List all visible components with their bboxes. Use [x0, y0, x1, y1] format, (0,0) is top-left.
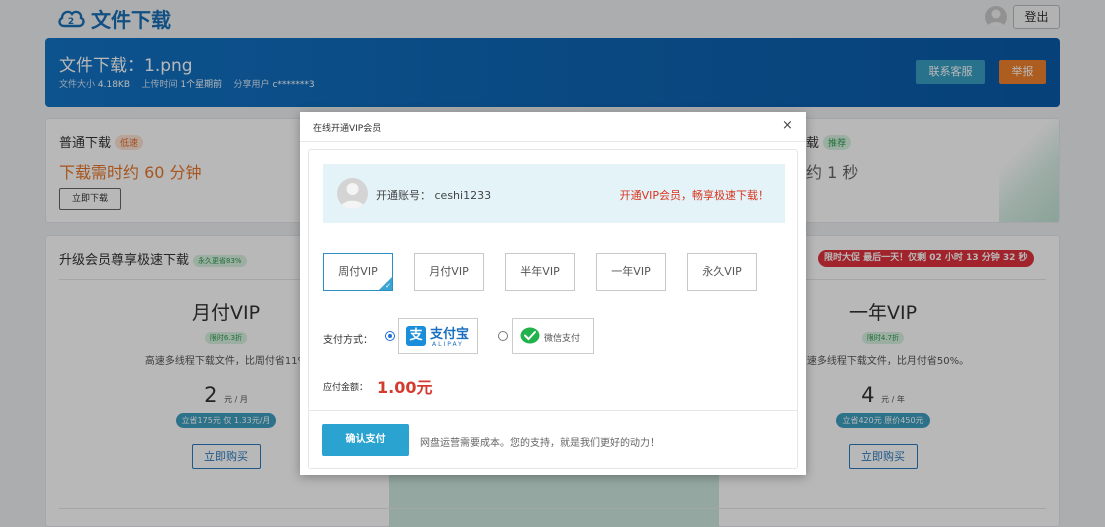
alipay-option[interactable]: 支 支付宝 ALIPAY — [398, 318, 478, 354]
vip-purchase-dialog: 在线开通VIP会员 × 开通账号： ceshi1233 开通VIP会员，畅享极速… — [300, 112, 806, 475]
close-icon[interactable]: × — [782, 118, 793, 133]
amount-due-value: 1.00元 — [377, 378, 433, 397]
plan-option-weekly[interactable]: 周付VIP ✓ — [323, 253, 393, 291]
avatar — [337, 178, 368, 209]
account-info: 开通账号： ceshi1233 开通VIP会员，畅享极速下载！ — [323, 164, 785, 223]
amount-due-label: 应付金额： — [323, 383, 369, 393]
vip-promo-text: 开通VIP会员，畅享极速下载！ — [619, 189, 769, 202]
alipay-sublabel: ALIPAY — [432, 341, 464, 348]
alipay-radio[interactable] — [385, 331, 395, 341]
dialog-title: 在线开通VIP会员 — [313, 124, 382, 134]
plan-option-lifetime[interactable]: 永久VIP — [687, 253, 757, 291]
account-label: 开通账号： ceshi1233 — [376, 187, 491, 203]
confirm-payment-button[interactable]: 确认支付 — [322, 424, 409, 456]
payment-method-label: 支付方式： — [323, 335, 373, 346]
wechat-icon — [520, 327, 540, 344]
wechat-pay-option[interactable]: 微信支付 — [512, 318, 594, 354]
alipay-icon: 支 — [406, 326, 426, 346]
support-note: 网盘运营需要成本。您的支持，就是我们更好的动力！ — [420, 438, 660, 449]
divider — [309, 410, 797, 411]
plan-option-yearly[interactable]: 一年VIP — [596, 253, 666, 291]
plan-option-label: 一年VIP — [611, 265, 651, 278]
wechat-pay-radio[interactable] — [498, 331, 508, 341]
account-value: ceshi1233 — [434, 189, 492, 202]
plan-option-label: 周付VIP — [338, 265, 378, 278]
dialog-header: 在线开通VIP会员 × — [300, 112, 806, 142]
alipay-label: 支付宝 — [430, 327, 470, 342]
check-icon: ✓ — [385, 282, 391, 290]
plan-option-label: 永久VIP — [702, 265, 742, 278]
plan-option-label: 月付VIP — [429, 265, 469, 278]
plan-option-half-year[interactable]: 半年VIP — [505, 253, 575, 291]
wechat-pay-label: 微信支付 — [544, 334, 581, 344]
user-icon — [340, 183, 365, 209]
account-label-text: 开通账号： — [376, 189, 431, 202]
plan-option-monthly[interactable]: 月付VIP — [414, 253, 484, 291]
plan-option-label: 半年VIP — [520, 265, 560, 278]
dialog-body: 开通账号： ceshi1233 开通VIP会员，畅享极速下载！ 周付VIP ✓ … — [308, 149, 798, 469]
